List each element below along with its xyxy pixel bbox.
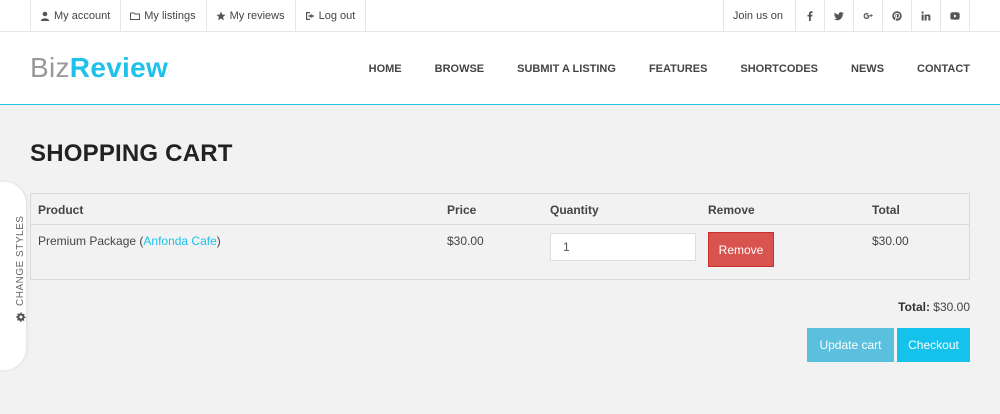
nav-contact[interactable]: CONTACT bbox=[917, 63, 970, 75]
header-total: Total bbox=[872, 203, 900, 217]
top-bar: My account My listings My reviews Log ou… bbox=[0, 0, 1000, 32]
my-listings-link[interactable]: My listings bbox=[121, 0, 207, 32]
linkedin-icon bbox=[921, 11, 931, 21]
change-styles-label: CHANGE STYLES bbox=[15, 215, 26, 306]
nav-browse[interactable]: BROWSE bbox=[435, 63, 485, 75]
logo-part-review: Review bbox=[69, 52, 169, 83]
row-total-cell: $30.00 bbox=[872, 234, 909, 248]
my-reviews-link[interactable]: My reviews bbox=[207, 0, 296, 32]
pinterest-icon bbox=[892, 11, 902, 21]
gear-icon bbox=[15, 312, 26, 322]
youtube-link[interactable] bbox=[941, 0, 970, 32]
my-account-link[interactable]: My account bbox=[31, 0, 122, 32]
product-cell: Premium Package (Anfonda Cafe) bbox=[38, 234, 221, 248]
product-paren-close: ) bbox=[216, 234, 221, 248]
site-logo[interactable]: BizReview bbox=[30, 52, 168, 84]
logo-part-biz: Biz bbox=[30, 52, 70, 83]
my-listings-label: My listings bbox=[144, 10, 196, 22]
log-out-label: Log out bbox=[318, 10, 356, 22]
update-cart-button[interactable]: Update cart bbox=[807, 328, 894, 362]
log-out-link[interactable]: Log out bbox=[296, 0, 367, 32]
remove-button[interactable]: Remove bbox=[708, 232, 774, 267]
site-header: BizReview HOME BROWSE SUBMIT A LISTING F… bbox=[0, 32, 1000, 105]
cart-table: Product Price Quantity Remove Total Prem… bbox=[30, 193, 970, 280]
google-plus-icon bbox=[863, 13, 873, 19]
twitter-link[interactable] bbox=[825, 0, 854, 32]
change-styles-tab[interactable]: CHANGE STYLES bbox=[0, 182, 26, 370]
youtube-icon bbox=[950, 12, 960, 20]
google-plus-link[interactable] bbox=[854, 0, 883, 32]
header-remove: Remove bbox=[708, 203, 755, 217]
linkedin-link[interactable] bbox=[912, 0, 941, 32]
product-name: Premium Package bbox=[38, 234, 137, 248]
my-account-label: My account bbox=[54, 10, 111, 22]
quantity-input[interactable] bbox=[550, 233, 696, 261]
listing-link[interactable]: Anfonda Cafe bbox=[143, 234, 216, 248]
folder-icon bbox=[130, 12, 141, 20]
social-links: Join us on bbox=[722, 0, 970, 32]
sign-out-icon bbox=[305, 12, 315, 20]
nav-shortcodes[interactable]: SHORTCODES bbox=[740, 63, 818, 75]
nav-home[interactable]: HOME bbox=[369, 63, 402, 75]
header-price: Price bbox=[447, 203, 477, 217]
pinterest-link[interactable] bbox=[883, 0, 912, 32]
cart-total: Total: $30.00 bbox=[898, 300, 970, 314]
total-label: Total: bbox=[898, 300, 930, 314]
header-quantity: Quantity bbox=[550, 203, 599, 217]
star-icon bbox=[215, 11, 226, 21]
cart-table-header: Product Price Quantity Remove Total bbox=[31, 194, 969, 225]
nav-features[interactable]: FEATURES bbox=[649, 63, 707, 75]
nav-submit-listing[interactable]: SUBMIT A LISTING bbox=[517, 63, 616, 75]
main-nav: HOME BROWSE SUBMIT A LISTING FEATURES SH… bbox=[369, 32, 970, 105]
header-product: Product bbox=[38, 203, 84, 217]
nav-news[interactable]: NEWS bbox=[851, 63, 884, 75]
twitter-icon bbox=[834, 12, 844, 21]
join-us-label: Join us on bbox=[724, 0, 796, 32]
my-reviews-label: My reviews bbox=[229, 10, 285, 22]
page-title: SHOPPING CART bbox=[30, 140, 233, 167]
facebook-link[interactable] bbox=[796, 0, 825, 32]
price-cell: $30.00 bbox=[447, 234, 484, 248]
change-styles-content: CHANGE STYLES bbox=[15, 216, 26, 322]
checkout-button[interactable]: Checkout bbox=[897, 328, 970, 362]
facebook-icon bbox=[807, 11, 813, 21]
user-icon bbox=[40, 11, 50, 21]
account-links: My account My listings My reviews Log ou… bbox=[30, 0, 367, 32]
total-value: $30.00 bbox=[933, 300, 970, 314]
